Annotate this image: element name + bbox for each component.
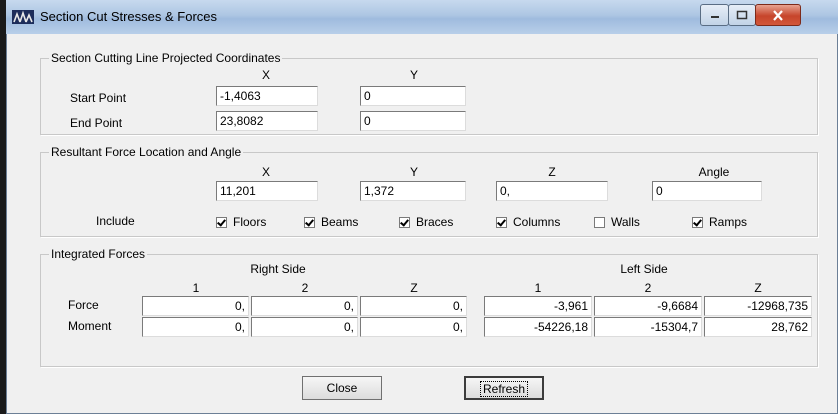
refresh-button[interactable]: Refresh <box>464 376 544 400</box>
minimize-button[interactable] <box>700 4 729 26</box>
col-header-right-1: 1 <box>192 281 200 295</box>
col-header-left-z: Z <box>754 281 762 295</box>
floors-checkbox[interactable]: Floors <box>216 215 266 229</box>
maximize-icon <box>736 10 748 20</box>
col-header-right-z: Z <box>410 281 418 295</box>
end-x-field[interactable]: 23,8082 <box>216 111 318 131</box>
moment-right-1: 0, <box>142 317 249 337</box>
maximize-button[interactable] <box>728 4 756 26</box>
force-left-1: -3,961 <box>484 296 592 316</box>
walls-check-icon <box>594 216 605 228</box>
close-button[interactable]: Close <box>302 376 382 400</box>
end-y-field[interactable]: 0 <box>360 111 466 131</box>
moment-right-2: 0, <box>251 317 358 337</box>
dialog-client: Section Cutting Line Projected Coordinat… <box>14 34 828 408</box>
left-side-header: Left Side <box>620 262 668 276</box>
moment-left-2: -15304,7 <box>594 317 702 337</box>
columns-check-icon <box>496 216 507 228</box>
force-right-1: 0, <box>142 296 249 316</box>
moment-right-z: 0, <box>360 317 467 337</box>
ramps-check-icon <box>692 216 703 228</box>
force-right-2: 0, <box>251 296 358 316</box>
ramps-checkbox-label: Ramps <box>709 215 748 229</box>
integrated-forces-legend: Integrated Forces <box>51 247 146 261</box>
start-y-field[interactable]: 0 <box>360 86 466 106</box>
beams-checkbox-label: Beams <box>321 215 359 229</box>
etabs-app-icon <box>12 10 34 24</box>
window-title: Section Cut Stresses & Forces <box>40 9 218 24</box>
resultant-angle-field[interactable]: 0 <box>652 181 762 201</box>
force-right-z: 0, <box>360 296 467 316</box>
close-icon <box>773 9 783 21</box>
resultant-legend: Resultant Force Location and Angle <box>51 145 242 159</box>
col-header-left-1: 1 <box>534 281 542 295</box>
floors-checkbox-label: Floors <box>233 215 267 229</box>
refresh-button-label: Refresh <box>479 381 529 397</box>
col-header-left-2: 2 <box>644 281 652 295</box>
resultant-col-x: X <box>261 165 270 179</box>
dialog-window: Section Cut Stresses & Forces Section Cu… <box>6 0 838 414</box>
moment-left-z: 28,762 <box>704 317 812 337</box>
resultant-col-z: Z <box>548 165 556 179</box>
ramps-checkbox[interactable]: Ramps <box>692 215 747 229</box>
columns-checkbox[interactable]: Columns <box>496 215 560 229</box>
columns-checkbox-label: Columns <box>513 215 561 229</box>
force-left-z: -12968,735 <box>704 296 812 316</box>
braces-check-icon <box>399 216 410 228</box>
braces-checkbox[interactable]: Braces <box>399 215 453 229</box>
walls-checkbox[interactable]: Walls <box>594 215 640 229</box>
resultant-col-angle: Angle <box>698 165 730 179</box>
col-header-right-2: 2 <box>301 281 309 295</box>
end-point-label: End Point <box>70 116 123 130</box>
section-col-y: Y <box>409 68 418 82</box>
beams-checkbox[interactable]: Beams <box>304 215 358 229</box>
right-side-header: Right Side <box>250 262 306 276</box>
resultant-z-field[interactable]: 0, <box>496 181 608 201</box>
include-label: Include <box>96 214 135 228</box>
force-left-2: -9,6684 <box>594 296 702 316</box>
close-button-label: Close <box>326 381 358 395</box>
floors-check-icon <box>216 216 227 228</box>
moment-left-1: -54226,18 <box>484 317 592 337</box>
resultant-y-field[interactable]: 1,372 <box>360 181 466 201</box>
moment-row-label: Moment <box>68 319 112 333</box>
braces-checkbox-label: Braces <box>416 215 454 229</box>
close-window-button[interactable] <box>755 4 801 26</box>
walls-checkbox-label: Walls <box>611 215 640 229</box>
resultant-col-y: Y <box>409 165 418 179</box>
minimize-icon <box>710 16 719 18</box>
start-x-field[interactable]: -1,4063 <box>216 86 318 106</box>
start-point-label: Start Point <box>70 91 127 105</box>
section-col-x: X <box>261 68 270 82</box>
beams-check-icon <box>304 216 315 228</box>
force-row-label: Force <box>68 298 99 312</box>
section-cutting-legend: Section Cutting Line Projected Coordinat… <box>51 51 281 65</box>
resultant-x-field[interactable]: 11,201 <box>216 181 318 201</box>
title-bar[interactable]: Section Cut Stresses & Forces <box>6 0 838 34</box>
